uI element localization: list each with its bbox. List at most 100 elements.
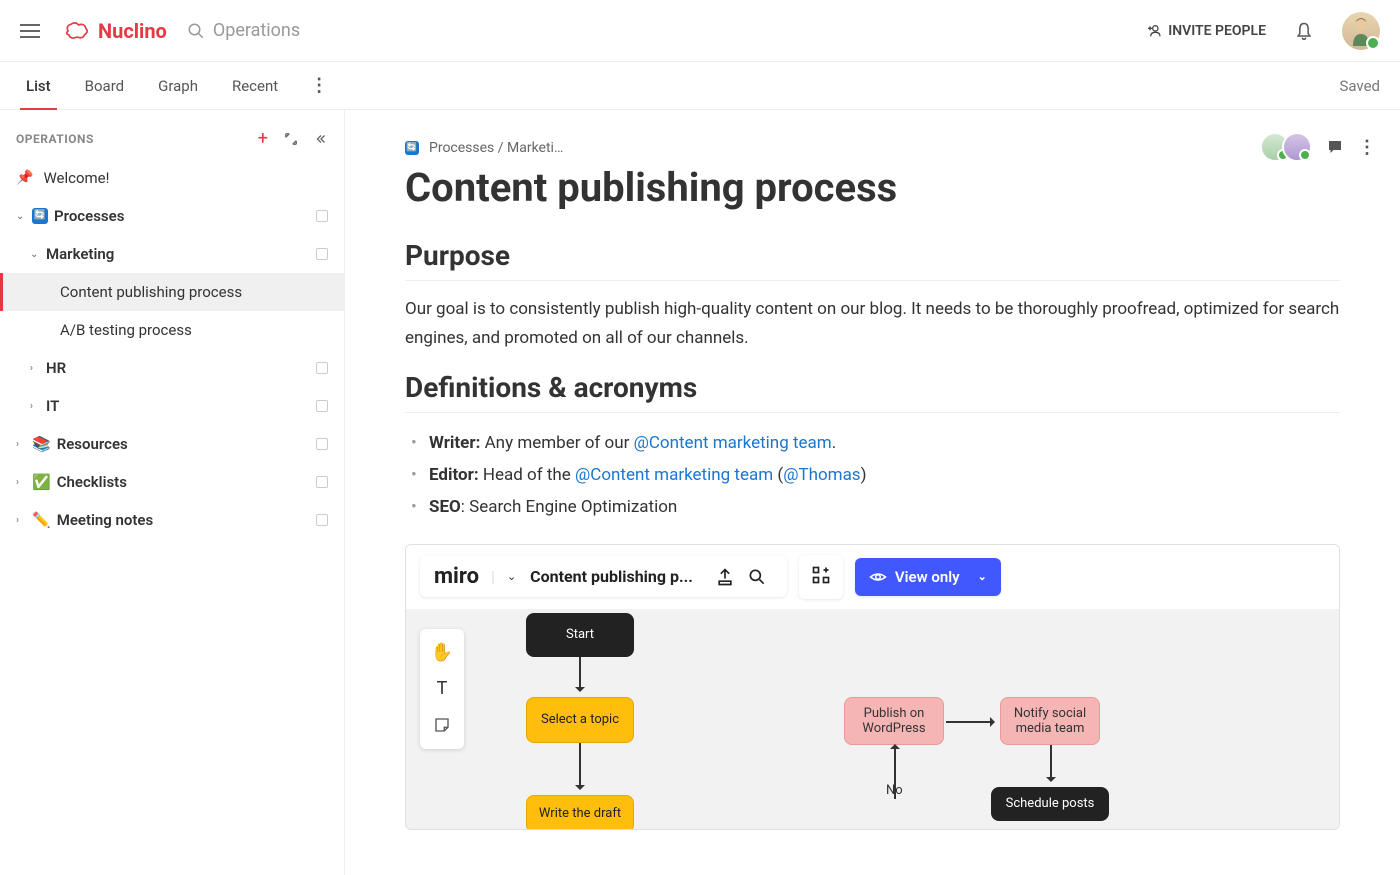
miro-dropdown-icon[interactable]: ⌄ [507,571,516,582]
sidebar-item-marketing[interactable]: ⌄ Marketing [0,235,344,273]
chevron-right-icon: › [30,401,42,412]
sidebar-item-label: Resources [57,435,308,453]
sidebar-item-resources[interactable]: › 📚 Resources [0,425,344,463]
list-item: SEO: Search Engine Optimization [405,491,1340,523]
pencil-icon: ✏️ [32,511,51,529]
chevron-right-icon: › [16,439,28,450]
upload-icon[interactable] [715,567,735,587]
sidebar-item-meeting-notes[interactable]: › ✏️ Meeting notes [0,501,344,539]
logo-text: Nuclino [98,19,167,43]
miro-note-tool[interactable] [424,707,460,743]
books-icon: 📚 [32,435,51,453]
add-item-button[interactable]: + [258,128,268,149]
arrow-icon [1050,745,1052,781]
paren-close: ) [861,465,867,485]
miro-node-notify[interactable]: Notify social media team [1000,697,1100,745]
content-header-controls: ⋮ [1260,132,1376,162]
writer-text: Any member of our [480,433,633,453]
editor-text: Head of the [479,465,575,485]
purpose-body: Our goal is to consistently publish high… [405,295,1340,353]
viewonly-label: View only [895,568,960,586]
breadcrumb[interactable]: 🔄 Processes / Marketi… [405,140,1340,156]
more-icon[interactable]: ⋮ [1358,137,1376,158]
miro-node-start[interactable]: Start [526,613,634,657]
miro-hand-tool[interactable]: ✋ [424,635,460,671]
miro-node-wp[interactable]: Publish on WordPress [844,697,944,745]
sidebar-item-welcome[interactable]: 📌 Welcome! [0,159,344,197]
notification-icon[interactable] [1294,21,1314,41]
header-right: INVITE PEOPLE [1146,12,1380,50]
main: OPERATIONS + 📌 Welcome! ⌄ 🔄 Processes ⌄ … [0,110,1400,875]
mention-team[interactable]: @Content marketing team [634,433,832,453]
menu-icon[interactable] [20,19,44,43]
expand-icon[interactable] [284,132,298,146]
sidebar-item-label: A/B testing process [60,321,328,339]
miro-apps-icon[interactable] [799,555,843,599]
writer-label: Writer: [429,433,480,453]
invite-icon [1146,23,1162,39]
sidebar-item-label: Checklists [57,473,308,491]
tab-graph[interactable]: Graph [152,62,204,110]
doc-icon [316,476,328,488]
saved-status: Saved [1339,77,1380,95]
miro-board-title[interactable]: Content publishing p... [530,567,693,586]
sidebar-item-label: Marketing [46,245,308,263]
mention-thomas[interactable]: @Thomas [783,465,860,485]
miro-label-no: No [886,783,903,798]
miro-node-topic[interactable]: Select a topic [526,697,634,743]
search[interactable]: Operations [187,20,1146,41]
seo-label: SEO [429,497,461,517]
sidebar-item-hr[interactable]: › HR [0,349,344,387]
doc-icon [316,438,328,450]
chevron-down-icon: ⌄ [16,211,28,222]
sidebar-item-checklists[interactable]: › ✅ Checklists [0,463,344,501]
tab-recent[interactable]: Recent [226,62,284,110]
sidebar-item-ab-testing[interactable]: A/B testing process [0,311,344,349]
comment-icon[interactable] [1326,138,1344,156]
tab-board[interactable]: Board [79,62,130,110]
list-item: Writer: Any member of our @Content marke… [405,427,1340,459]
miro-node-schedule[interactable]: Schedule posts [991,787,1109,821]
search-icon [187,22,205,40]
doc-icon [316,514,328,526]
sidebar-item-label: Processes [54,207,308,225]
invite-label: INVITE PEOPLE [1168,23,1266,39]
recycle-icon: 🔄 [405,141,419,155]
miro-logo[interactable]: miro [434,564,479,589]
tab-more-icon[interactable]: ⋮ [306,75,333,96]
invite-people-button[interactable]: INVITE PEOPLE [1146,23,1266,39]
check-icon: ✅ [32,473,51,491]
doc-icon [316,210,328,222]
chevron-right-icon: › [16,515,28,526]
sidebar-item-content-publishing[interactable]: Content publishing process [0,273,344,311]
chevron-down-icon: ⌄ [978,570,987,583]
sidebar-controls: + [258,128,328,149]
sidebar-item-it[interactable]: › IT [0,387,344,425]
list-item: Editor: Head of the @Content marketing t… [405,459,1340,491]
collaborator-avatar[interactable] [1282,132,1312,162]
paren-open: ( [773,465,783,485]
seo-text: : Search Engine Optimization [461,497,678,517]
editor-label: Editor: [429,465,479,485]
brain-icon [62,19,92,43]
miro-node-draft[interactable]: Write the draft [526,795,634,830]
miro-canvas[interactable]: ✋ T Start Select a topic Write the draft… [406,609,1339,829]
arrow-icon [579,743,581,789]
mention-team[interactable]: @Content marketing team [575,465,773,485]
miro-viewonly-button[interactable]: View only ⌄ [855,558,1001,596]
logo[interactable]: Nuclino [62,19,167,43]
collapse-icon[interactable] [314,132,328,146]
recycle-icon: 🔄 [32,208,48,224]
section-purpose: Purpose [405,239,1340,281]
user-avatar[interactable] [1342,12,1380,50]
doc-icon [316,362,328,374]
miro-embed: miro | ⌄ Content publishing p... View on… [405,544,1340,830]
breadcrumb-text: Processes / Marketi… [429,140,563,156]
sidebar-item-processes[interactable]: ⌄ 🔄 Processes [0,197,344,235]
collaborator-avatars[interactable] [1260,132,1312,162]
search-icon[interactable] [747,567,767,587]
avatar-face-icon [1349,16,1373,46]
miro-text-tool[interactable]: T [424,671,460,707]
tab-list[interactable]: List [20,62,57,110]
sidebar: OPERATIONS + 📌 Welcome! ⌄ 🔄 Processes ⌄ … [0,110,345,875]
